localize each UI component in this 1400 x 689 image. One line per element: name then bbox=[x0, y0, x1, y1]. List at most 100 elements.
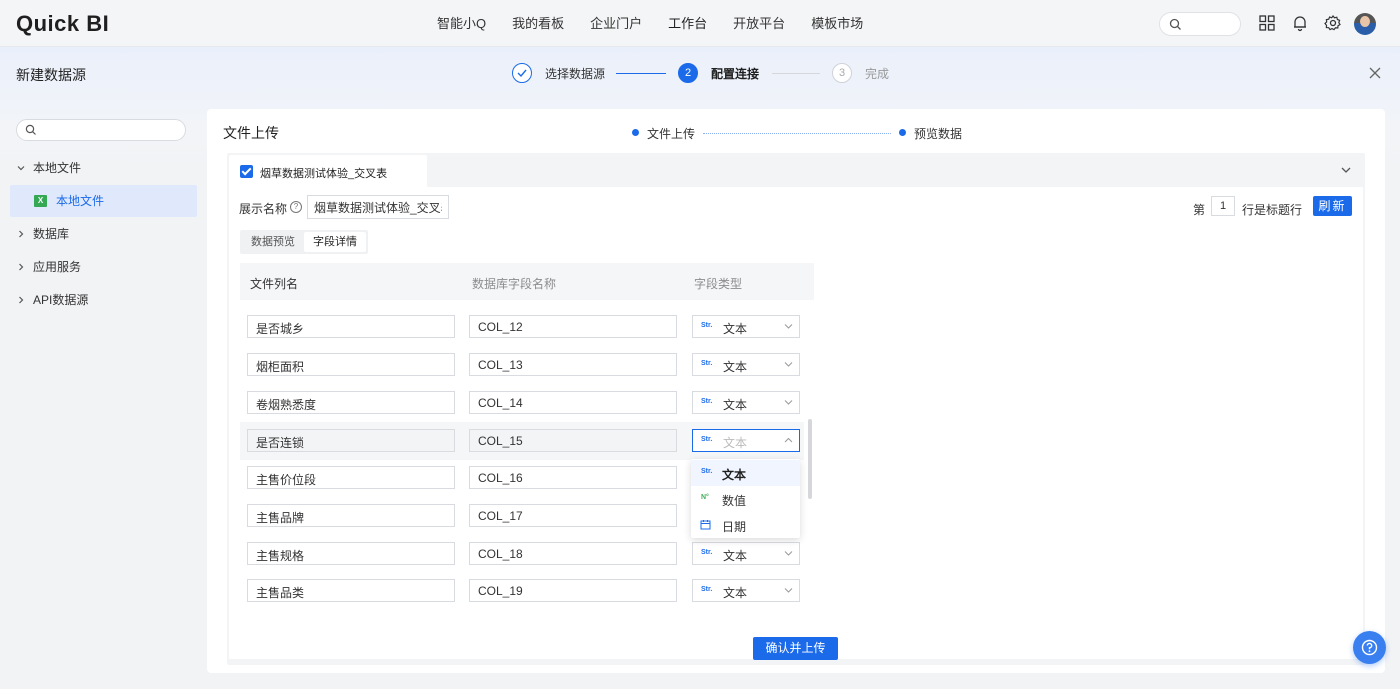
substep-dot bbox=[632, 129, 639, 136]
chevron-up-icon bbox=[784, 437, 793, 443]
field-type-value: 文本 bbox=[723, 586, 748, 600]
refresh-button[interactable]: 刷新 bbox=[1313, 196, 1352, 216]
file-column-name-input[interactable]: 烟柜面积 bbox=[247, 353, 455, 376]
tree-item-label: 本地文件 bbox=[33, 161, 82, 175]
db-field-name-input[interactable]: COL_15 bbox=[469, 429, 677, 452]
chevron-right-icon bbox=[19, 296, 24, 304]
bell-icon[interactable] bbox=[1291, 14, 1309, 32]
help-float-button[interactable] bbox=[1353, 631, 1386, 664]
nav-item-workbench[interactable]: 工作台 bbox=[668, 0, 707, 47]
file-tab-label: 烟草数据测试体验_交叉表 bbox=[260, 168, 388, 180]
file-checkbox[interactable] bbox=[240, 165, 253, 178]
calendar-icon bbox=[700, 520, 711, 530]
header-row-suffix: 行是标题行 bbox=[1242, 203, 1303, 217]
apps-grid-icon[interactable] bbox=[1258, 14, 1276, 32]
string-type-icon: Str. bbox=[701, 322, 713, 329]
panel-title: 文件上传 bbox=[223, 125, 279, 141]
nav-item-ai[interactable]: 智能小Q bbox=[437, 0, 486, 47]
file-column-name-input[interactable]: 是否城乡 bbox=[247, 315, 455, 338]
help-icon[interactable]: ? bbox=[290, 201, 302, 213]
db-field-name-input[interactable]: COL_17 bbox=[469, 504, 677, 527]
field-type-select[interactable]: Str. 文本 bbox=[692, 579, 800, 602]
dropdown-option-text[interactable]: Str. 文本 bbox=[691, 460, 800, 486]
field-type-select[interactable]: Str. 文本 bbox=[692, 429, 800, 452]
file-column-name-input[interactable]: 是否连锁 bbox=[247, 429, 455, 452]
field-type-select[interactable]: Str. 文本 bbox=[692, 542, 800, 565]
dropdown-option-number[interactable]: N° 数值 bbox=[691, 486, 800, 512]
column-header-field-type: 字段类型 bbox=[694, 277, 743, 291]
search-icon bbox=[1169, 18, 1181, 30]
top-nav: Quick BI 智能小Q 我的看板 企业门户 工作台 开放平台 模板市场 bbox=[0, 0, 1400, 47]
nav-item-template-market[interactable]: 模板市场 bbox=[811, 0, 863, 47]
file-card: 烟草数据测试体验_交叉表 展示名称 ? 第 行是标题行 刷新 数据预览 字段详情… bbox=[227, 153, 1365, 665]
tree-item-local-file-group[interactable]: 本地文件 bbox=[10, 152, 197, 184]
chevron-down-icon[interactable] bbox=[1340, 165, 1352, 175]
header-row-input[interactable] bbox=[1211, 196, 1235, 216]
nav-item-portal[interactable]: 企业门户 bbox=[590, 0, 642, 47]
field-type-value: 文本 bbox=[723, 360, 748, 374]
confirm-upload-button[interactable]: 确认并上传 bbox=[753, 637, 838, 660]
gear-icon[interactable] bbox=[1324, 14, 1342, 32]
step-connector bbox=[616, 73, 666, 74]
column-header-file-column: 文件列名 bbox=[250, 277, 299, 291]
app-logo[interactable]: Quick BI bbox=[16, 11, 109, 37]
field-type-select[interactable]: Str. 文本 bbox=[692, 353, 800, 376]
string-type-icon: Str. bbox=[701, 549, 713, 556]
dropdown-option-label: 文本 bbox=[722, 468, 747, 482]
db-field-name-input[interactable]: COL_13 bbox=[469, 353, 677, 376]
tree-item-label: 本地文件 bbox=[56, 194, 105, 208]
substep-preview: 预览数据 bbox=[914, 127, 963, 141]
db-field-name-input[interactable]: COL_18 bbox=[469, 542, 677, 565]
db-field-name-input[interactable]: COL_19 bbox=[469, 579, 677, 602]
field-type-value: 文本 bbox=[723, 436, 748, 450]
dropdown-option-date[interactable]: 日期 bbox=[691, 512, 800, 538]
global-search[interactable] bbox=[1159, 12, 1241, 36]
datasource-search-input[interactable] bbox=[16, 119, 186, 141]
table-row: 是否连锁 COL_15 Str. 文本 bbox=[240, 422, 804, 460]
avatar[interactable] bbox=[1354, 13, 1376, 35]
nav-item-my-board[interactable]: 我的看板 bbox=[512, 0, 564, 47]
step-3-label: 完成 bbox=[865, 67, 890, 81]
string-type-icon: Str. bbox=[701, 468, 713, 475]
field-type-select[interactable]: Str. 文本 bbox=[692, 315, 800, 338]
chevron-down-icon bbox=[784, 362, 793, 367]
tree-item-label: 数据库 bbox=[33, 227, 70, 241]
file-column-name-input[interactable]: 卷烟熟悉度 bbox=[247, 391, 455, 414]
file-column-name-input[interactable]: 主售品牌 bbox=[247, 504, 455, 527]
chevron-down-icon bbox=[784, 588, 793, 593]
nav-item-open-platform[interactable]: 开放平台 bbox=[733, 0, 785, 47]
table-row: 卷烟熟悉度 COL_14 Str. 文本 bbox=[240, 384, 804, 422]
tree-item-api[interactable]: API数据源 bbox=[10, 284, 197, 316]
search-icon bbox=[25, 124, 36, 135]
tree-item-app-service[interactable]: 应用服务 bbox=[10, 251, 197, 283]
tree-item-database[interactable]: 数据库 bbox=[10, 218, 197, 250]
file-tab[interactable]: 烟草数据测试体验_交叉表 bbox=[229, 155, 427, 187]
string-type-icon: Str. bbox=[701, 398, 713, 405]
file-column-name-input[interactable]: 主售品类 bbox=[247, 579, 455, 602]
field-type-select[interactable]: Str. 文本 bbox=[692, 391, 800, 414]
excel-icon: X bbox=[34, 195, 47, 207]
table-row: 主售规格 COL_18 Str. 文本 bbox=[240, 535, 804, 573]
string-type-icon: Str. bbox=[701, 360, 713, 367]
substep-connector bbox=[703, 133, 891, 134]
step-3-number: 3 bbox=[832, 63, 852, 83]
close-icon[interactable] bbox=[1368, 66, 1382, 80]
step-2-label: 配置连接 bbox=[711, 67, 760, 81]
new-datasource-modal: 新建数据源 选择数据源 2 配置连接 3 完成 本地文件 X 本地文件 数据库 … bbox=[0, 47, 1400, 689]
table-scrollbar[interactable] bbox=[808, 419, 812, 499]
tab-field-details[interactable]: 字段详情 bbox=[304, 232, 366, 252]
column-header-db-field: 数据库字段名称 bbox=[472, 277, 557, 291]
db-field-name-input[interactable]: COL_16 bbox=[469, 466, 677, 489]
substep-upload: 文件上传 bbox=[647, 127, 696, 141]
table-row: 烟柜面积 COL_13 Str. 文本 bbox=[240, 346, 804, 384]
tab-data-preview[interactable]: 数据预览 bbox=[242, 232, 304, 252]
tree-item-local-file[interactable]: X 本地文件 bbox=[10, 185, 197, 217]
chevron-right-icon bbox=[19, 230, 24, 238]
display-name-label: 展示名称 bbox=[239, 202, 288, 216]
file-column-name-input[interactable]: 主售价位段 bbox=[247, 466, 455, 489]
display-name-input[interactable] bbox=[307, 195, 449, 219]
substep-dot bbox=[899, 129, 906, 136]
db-field-name-input[interactable]: COL_14 bbox=[469, 391, 677, 414]
file-column-name-input[interactable]: 主售规格 bbox=[247, 542, 455, 565]
db-field-name-input[interactable]: COL_12 bbox=[469, 315, 677, 338]
